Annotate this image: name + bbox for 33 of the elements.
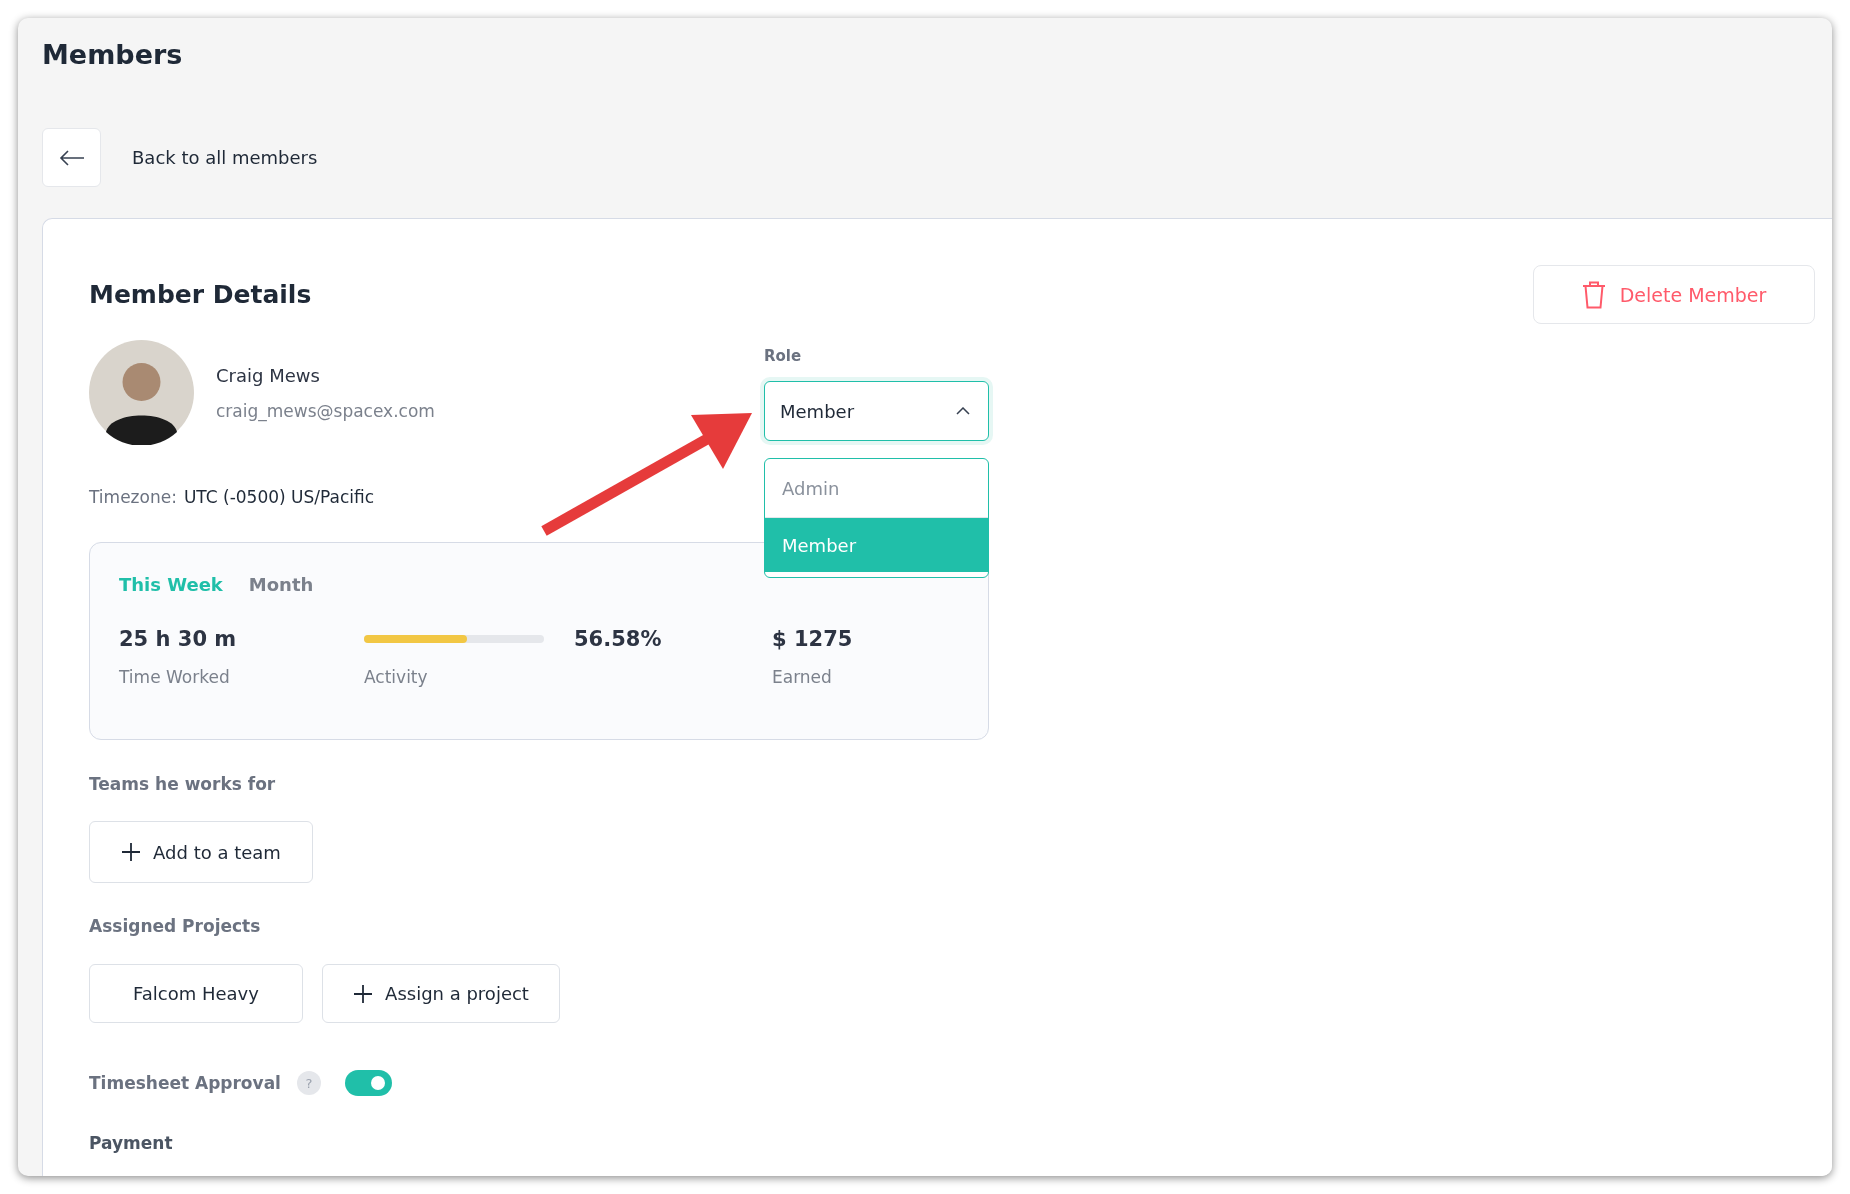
plus-icon — [353, 983, 374, 1004]
projects-label: Assigned Projects — [89, 915, 262, 937]
project-chip[interactable]: Falcom Heavy — [89, 964, 303, 1023]
trash-icon — [1581, 280, 1606, 309]
member-name: Craig Mews — [216, 364, 321, 386]
left-arrow-icon — [58, 149, 85, 166]
earned-value: $ 1275 — [772, 626, 853, 653]
timezone-value: UTC (-0500) US/Pacific — [183, 486, 375, 508]
plus-icon — [121, 842, 142, 862]
period-tab[interactable]: Month — [248, 573, 314, 597]
member-email: craig_mews@spacex.com — [216, 400, 435, 421]
payment-label: Payment — [89, 1132, 174, 1154]
toggle-switch[interactable] — [344, 1070, 392, 1096]
period-tab[interactable]: This Week — [119, 573, 223, 597]
time-worked-value: 25 h 30 m — [119, 626, 237, 653]
back-link[interactable]: Back to all members — [132, 147, 318, 168]
assign-project-button[interactable]: Assign a project — [322, 964, 560, 1023]
caret-icon — [956, 407, 970, 415]
activity-label: Activity — [364, 666, 428, 688]
activity-value: 56.58% — [574, 626, 662, 653]
section-title: Member Details — [89, 280, 312, 309]
back-button[interactable] — [42, 128, 101, 187]
role-label: Role — [764, 346, 803, 366]
teams-label: Teams he works for — [89, 773, 277, 795]
help-icon[interactable]: ? — [296, 1071, 321, 1095]
time-worked-label: Time Worked — [119, 666, 230, 688]
delete-button[interactable]: Delete Member — [1533, 265, 1815, 324]
timezone-label: Timezone: — [89, 486, 177, 508]
earned-label: Earned — [772, 666, 832, 688]
page-title: Members — [42, 38, 184, 72]
add-team-button[interactable]: Add to a team — [89, 821, 313, 883]
role-option[interactable]: Member — [765, 518, 988, 572]
timesheet-approval-label: Timesheet Approval — [89, 1072, 281, 1094]
